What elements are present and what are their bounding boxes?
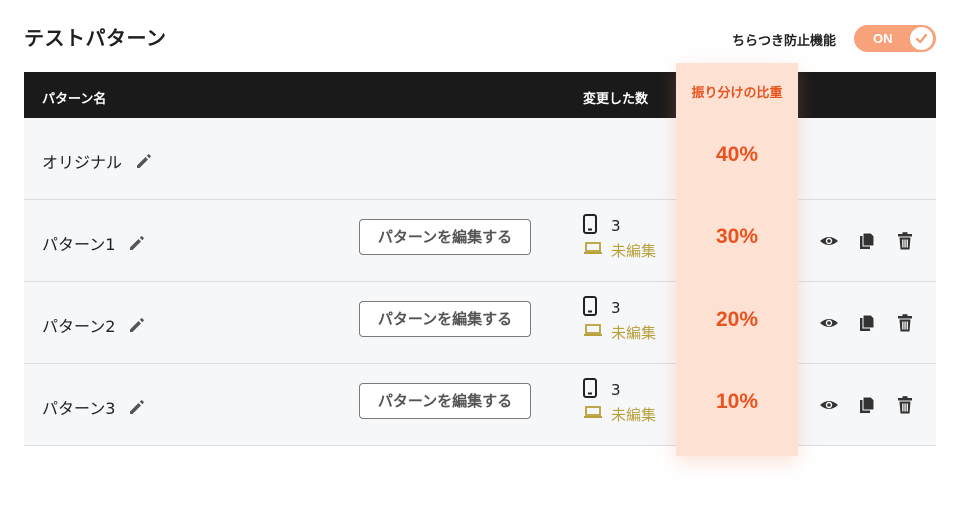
copy-icon[interactable] [857,313,877,333]
check-icon [915,33,928,44]
copy-icon[interactable] [857,395,877,415]
trash-icon[interactable] [895,313,915,333]
copy-icon[interactable] [857,231,877,251]
pencil-icon[interactable] [134,151,154,171]
ratio-value[interactable]: 20% [676,308,798,332]
edit-pattern-button[interactable]: パターンを編集する [359,383,531,419]
row-actions [819,395,933,415]
row-actions [819,231,933,251]
ratio-value[interactable]: 30% [676,225,798,249]
trash-icon[interactable] [895,231,915,251]
header-pattern-name: パターン名 [42,92,107,107]
pattern-name: オリジナル [42,153,123,172]
ratio-value[interactable]: 10% [676,390,798,414]
pc-change-status: 未編集 [611,241,657,260]
trash-icon[interactable] [895,395,915,415]
flicker-prevention-toggle[interactable]: ON [854,25,936,52]
smartphone-icon [583,296,603,320]
ratio-value[interactable]: 40% [676,143,798,167]
pattern-name: パターン1 [42,235,116,254]
eye-icon[interactable] [819,313,839,333]
pencil-icon[interactable] [127,397,147,417]
row-actions [819,313,933,333]
header-ratio: 振り分けの比重 [691,86,783,101]
changes-cell: 3 未編集 [583,378,656,426]
toggle-knob [910,27,933,50]
page: テストパターン ちらつき防止機能 ON パターン名 変更した数 オリジナル パタ… [0,0,960,514]
ratio-column: 振り分けの比重 40% 30% 20% 10% [676,63,798,456]
laptop-icon [583,405,603,423]
smartphone-icon [583,378,603,402]
mobile-change-count: 3 [611,299,621,317]
pc-change-status: 未編集 [611,323,657,342]
smartphone-icon [583,214,603,238]
pattern-name: パターン2 [42,317,116,336]
table-header: パターン名 変更した数 [24,72,936,118]
header-changes: 変更した数 [583,92,649,107]
edit-pattern-button[interactable]: パターンを編集する [359,219,531,255]
laptop-icon [583,241,603,259]
mobile-change-count: 3 [611,381,621,399]
pattern-name: パターン3 [42,399,116,418]
table-row: オリジナル [24,118,936,200]
mobile-change-count: 3 [611,217,621,235]
laptop-icon [583,323,603,341]
pencil-icon[interactable] [127,315,147,335]
changes-cell: 3 未編集 [583,296,656,344]
page-title: テストパターン [24,26,167,50]
pc-change-status: 未編集 [611,405,657,424]
edit-pattern-button[interactable]: パターンを編集する [359,301,531,337]
table-row: パターン2 パターンを編集する 3 未編集 [24,282,936,364]
table-row: パターン1 パターンを編集する 3 未編集 [24,200,936,282]
flicker-prevention-label: ちらつき防止機能 [731,34,836,49]
eye-icon[interactable] [819,231,839,251]
eye-icon[interactable] [819,395,839,415]
toggle-state-text: ON [873,31,893,46]
pattern-table: パターン名 変更した数 オリジナル パターン1 パターンを編集する 3 未編集 … [24,72,936,446]
changes-cell: 3 未編集 [583,214,656,262]
pencil-icon[interactable] [127,233,147,253]
table-row: パターン3 パターンを編集する 3 未編集 [24,364,936,446]
